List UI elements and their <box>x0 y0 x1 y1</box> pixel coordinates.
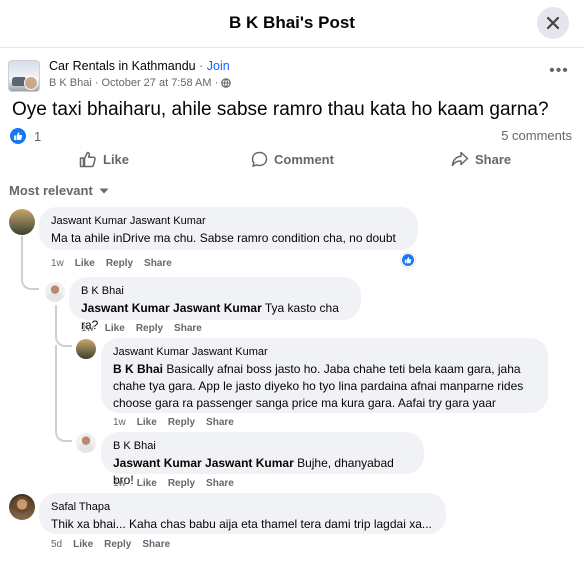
join-link[interactable]: Join <box>207 59 230 73</box>
comment-like-button[interactable]: Like <box>137 417 157 428</box>
comment-like-button[interactable]: Like <box>137 478 157 489</box>
comment-like-button[interactable]: Like <box>105 323 125 334</box>
comment-text: B K Bhai Basically afnai boss jasto ho. … <box>113 361 536 412</box>
reaction-count: 1 <box>34 128 42 144</box>
page-name-line: Car Rentals in Kathmandu · Join <box>49 59 230 73</box>
post-meta: B K Bhai · October 27 at 7:58 AM · <box>49 77 232 89</box>
comment-like-reaction[interactable] <box>401 253 415 267</box>
comment-bubble: Safal Thapa Thik xa bhai... Kaha chas ba… <box>39 493 446 534</box>
post-text: Oye taxi bhaiharu, ahile sabse ramro tha… <box>12 99 549 120</box>
commenter-avatar[interactable] <box>76 433 96 453</box>
comment-author[interactable]: B K Bhai <box>81 285 349 297</box>
comment-bubble: B K Bhai Jaswant Kumar Jaswant Kumar Buj… <box>101 432 424 487</box>
globe-icon <box>221 78 232 88</box>
comment-author[interactable]: B K Bhai <box>113 440 412 452</box>
page-name-link[interactable]: Car Rentals in Kathmandu <box>49 59 196 73</box>
action-bar: Like Comment Share <box>0 148 584 174</box>
comment-bubble: B K Bhai Jaswant Kumar Jaswant Kumar Tya… <box>69 277 361 332</box>
close-button[interactable] <box>537 7 569 39</box>
comment-reply-button[interactable]: Reply <box>104 539 131 550</box>
comment-share-button[interactable]: Share <box>142 539 170 550</box>
comment-reply-button[interactable]: Reply <box>168 417 195 428</box>
comment-author[interactable]: Safal Thapa <box>51 501 434 513</box>
share-button[interactable]: Share <box>451 151 511 167</box>
comment-text: Ma ta ahile inDrive ma chu. Sabse ramro … <box>51 231 396 245</box>
share-icon <box>451 151 469 167</box>
thread-line <box>55 305 72 347</box>
like-label: Like <box>103 152 130 167</box>
caret-down-icon <box>99 188 109 193</box>
post-author-link[interactable]: B K Bhai <box>49 77 92 89</box>
commenter-avatar[interactable] <box>76 339 96 359</box>
comment-actions: 1w Like Reply Share <box>113 417 234 428</box>
commenter-avatar[interactable] <box>9 209 35 235</box>
meta-separator: · <box>94 77 99 89</box>
comment-time[interactable]: 1w <box>51 258 64 269</box>
comment-time[interactable]: 1w <box>113 417 126 428</box>
thread-line <box>21 236 39 290</box>
mention-link[interactable]: Jaswant Kumar Jaswant Kumar <box>113 456 294 470</box>
dialog-header: B K Bhai's Post <box>0 0 584 48</box>
filter-label: Most relevant <box>9 183 93 198</box>
close-icon <box>546 16 560 30</box>
more-icon: ••• <box>549 62 569 79</box>
comment-author[interactable]: Jaswant Kumar Jaswant Kumar <box>51 215 406 227</box>
comment-bubble: Jaswant Kumar Jaswant Kumar B K Bhai Bas… <box>101 338 548 413</box>
commenter-avatar[interactable] <box>9 494 35 520</box>
comment-bubble: Jaswant Kumar Jaswant Kumar Ma ta ahile … <box>39 207 418 250</box>
comment-share-button[interactable]: Share <box>144 258 172 269</box>
comment-actions: 1w Like Reply Share <box>113 478 234 489</box>
post-header: Car Rentals in Kathmandu · Join B K Bhai… <box>8 57 578 97</box>
comment-reply-button[interactable]: Reply <box>136 323 163 334</box>
commenter-avatar[interactable] <box>45 282 65 302</box>
dialog-title: B K Bhai's Post <box>229 13 355 32</box>
like-reaction-icon <box>404 256 412 264</box>
comment-share-button[interactable]: Share <box>174 323 202 334</box>
comment-button[interactable]: Comment <box>251 151 334 168</box>
mention-link[interactable]: B K Bhai <box>113 362 163 376</box>
comment-share-button[interactable]: Share <box>206 478 234 489</box>
comment-icon <box>251 151 268 167</box>
comment-like-button[interactable]: Like <box>73 539 93 550</box>
comment-filter-dropdown[interactable]: Most relevant <box>9 183 109 198</box>
like-button[interactable]: Like <box>79 151 129 168</box>
mention-link[interactable]: Jaswant Kumar Jaswant Kumar <box>81 301 262 315</box>
thumbs-up-icon <box>79 151 96 168</box>
reactions-summary[interactable]: 1 <box>10 128 41 144</box>
comment-time[interactable]: 1w <box>113 478 126 489</box>
comment-like-button[interactable]: Like <box>75 258 95 269</box>
separator-dot: · <box>199 59 204 73</box>
comment-text: Thik xa bhai... Kaha chas babu aija eta … <box>51 517 432 531</box>
comment-time[interactable]: 1w <box>81 323 94 334</box>
comment-author[interactable]: Jaswant Kumar Jaswant Kumar <box>113 346 536 358</box>
meta-separator-2: · <box>214 77 219 89</box>
more-options-button[interactable]: ••• <box>549 62 569 84</box>
comments-count-link[interactable]: 5 comments <box>501 128 572 143</box>
thread-line <box>55 345 72 442</box>
comment-reply-button[interactable]: Reply <box>168 478 195 489</box>
comment-time[interactable]: 5d <box>51 539 62 550</box>
comment-body: Basically afnai boss jasto ho. Jaba chah… <box>113 362 524 410</box>
share-label: Share <box>475 151 512 167</box>
comment-actions: 1w Like Reply Share <box>81 323 202 334</box>
comment-actions: 5d Like Reply Share <box>51 539 170 550</box>
page-avatar[interactable] <box>8 60 40 92</box>
comment-share-button[interactable]: Share <box>206 417 234 428</box>
comment-actions: 1w Like Reply Share <box>51 258 172 269</box>
post-timestamp[interactable]: October 27 at 7:58 AM <box>101 77 211 89</box>
comment-reply-button[interactable]: Reply <box>106 258 133 269</box>
author-mini-avatar <box>24 76 38 90</box>
like-reaction-icon <box>10 128 26 144</box>
comment-label: Comment <box>274 152 334 167</box>
